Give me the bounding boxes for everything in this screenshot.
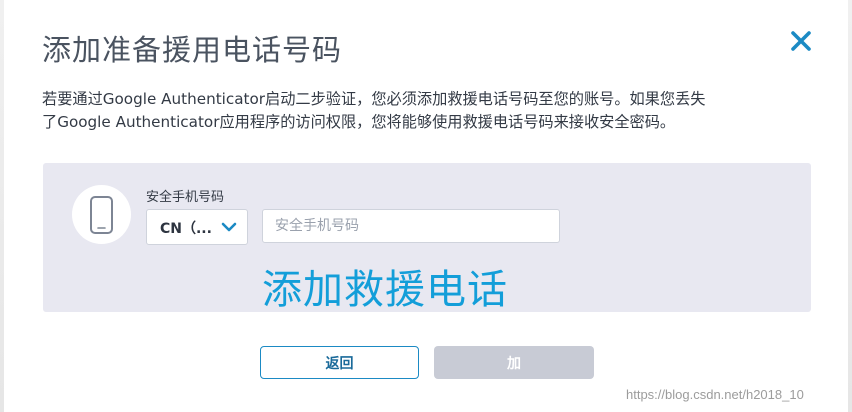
backdrop-edge-right <box>848 0 852 412</box>
close-icon[interactable] <box>786 26 816 56</box>
phone-number-input[interactable] <box>262 209 560 243</box>
phone-field-label: 安全手机号码 <box>146 190 225 205</box>
overlay-caption: 添加救援电话 <box>262 267 508 313</box>
back-button[interactable]: 返回 <box>260 346 419 379</box>
smartphone-icon <box>90 196 113 234</box>
close-button[interactable] <box>786 26 816 56</box>
dialog-title: 添加准备援用电话号码 <box>42 33 343 67</box>
chevron-down-icon <box>221 222 237 232</box>
country-code-select[interactable]: CN（... <box>146 209 248 245</box>
add-button[interactable]: 加 <box>434 346 594 379</box>
backdrop-edge-left <box>0 0 4 412</box>
device-avatar <box>72 185 131 244</box>
rescue-phone-panel: 安全手机号码 CN（... 添加救援电话 <box>43 163 811 313</box>
country-code-value: CN（... <box>160 221 212 237</box>
description-line-1: 若要通过Google Authenticator启动二步验证，您必须添加救援电话… <box>42 90 706 108</box>
watermark-text: https://blog.csdn.net/h2018_10 <box>626 387 804 402</box>
dialog-description: 若要通过Google Authenticator启动二步验证，您必须添加救援电话… <box>42 88 822 134</box>
description-line-2: 了Google Authenticator应用程序的访问权限，您将能够使用救援电… <box>42 113 676 131</box>
